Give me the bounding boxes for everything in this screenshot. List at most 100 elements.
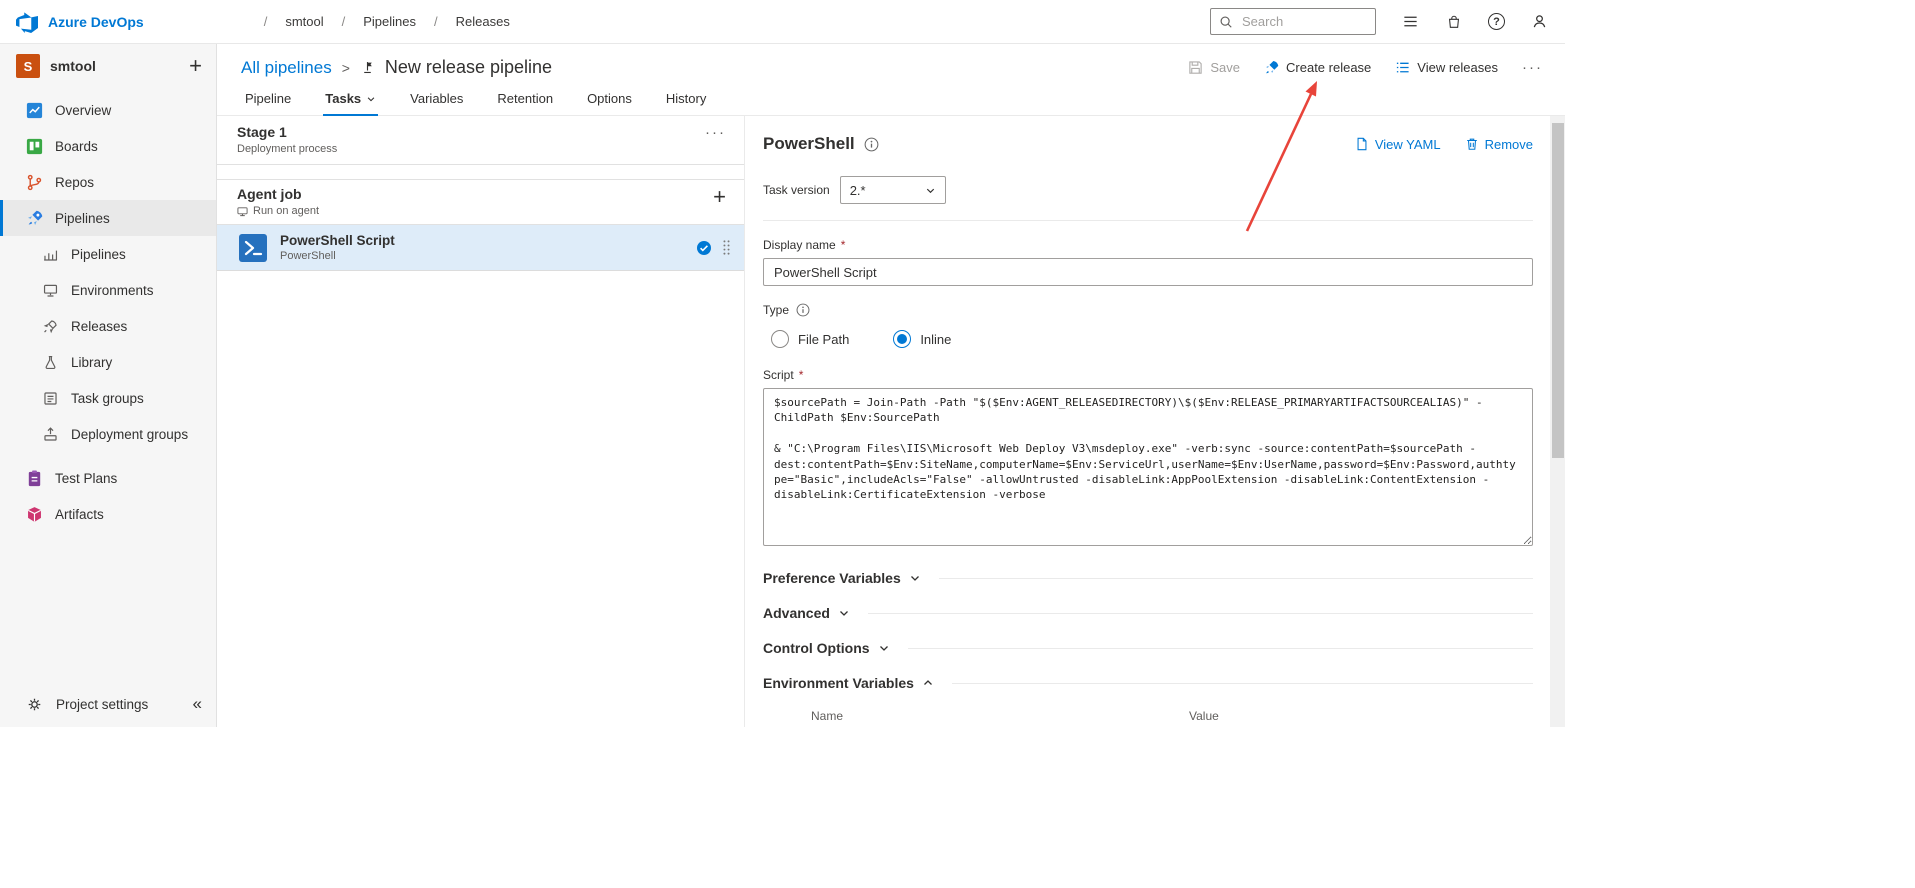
section-label: Preference Variables xyxy=(763,570,901,586)
section-label: Control Options xyxy=(763,640,870,656)
radio-file-path[interactable]: File Path xyxy=(771,330,849,348)
header-more-button[interactable]: ··· xyxy=(1522,59,1543,76)
breadcrumb-pipelines[interactable]: Pipelines xyxy=(363,14,416,29)
sidebar-item-releases[interactable]: Releases xyxy=(0,308,216,344)
remove-task-button[interactable]: Remove xyxy=(1465,137,1533,152)
stage-more-button[interactable]: ··· xyxy=(705,124,726,141)
search-box[interactable] xyxy=(1210,8,1376,35)
task-version-value: 2.* xyxy=(849,182,866,198)
agent-job-title: Agent job xyxy=(237,186,302,202)
sidebar-item-task-groups[interactable]: Task groups xyxy=(0,380,216,416)
sidebar-item-label: Pipelines xyxy=(71,246,126,262)
view-yaml-button[interactable]: View YAML xyxy=(1355,137,1441,152)
task-enabled-check-icon[interactable] xyxy=(696,240,712,256)
section-label: Advanced xyxy=(763,605,830,621)
sidebar-item-library[interactable]: Library xyxy=(0,344,216,380)
agent-job-subtitle: Run on agent xyxy=(253,205,320,217)
marketplace-bag-icon[interactable] xyxy=(1444,12,1464,32)
header-actions: Save Create release View releases ··· xyxy=(1188,59,1543,76)
view-yaml-label: View YAML xyxy=(1374,136,1441,152)
section-label: Environment Variables xyxy=(763,675,914,691)
environment-variables-table: Name Value SourcePath drop\s xyxy=(811,709,1533,727)
info-icon[interactable] xyxy=(796,303,810,317)
type-label: Type xyxy=(763,303,790,317)
collapse-sidebar-button[interactable]: « xyxy=(193,694,202,714)
help-glyph: ? xyxy=(1493,15,1500,28)
powershell-task-icon xyxy=(239,233,267,262)
agent-job-card[interactable]: Agent job Run on agent + xyxy=(217,179,744,225)
section-control-options[interactable]: Control Options xyxy=(763,640,1533,656)
tab-label: Tasks xyxy=(325,91,362,106)
help-icon[interactable]: ? xyxy=(1488,13,1505,30)
breadcrumb-separator: / xyxy=(263,14,268,29)
task-version-select[interactable]: 2.* xyxy=(839,176,946,204)
tab-history[interactable]: History xyxy=(664,82,708,115)
section-advanced[interactable]: Advanced xyxy=(763,605,1533,621)
breadcrumb-project[interactable]: smtool xyxy=(285,14,323,29)
stage-card[interactable]: Stage 1 Deployment process ··· xyxy=(217,116,744,165)
save-button[interactable]: Save xyxy=(1188,60,1240,75)
tab-label: Retention xyxy=(497,91,554,106)
sidebar-item-label: Test Plans xyxy=(55,470,118,486)
add-task-button[interactable]: + xyxy=(713,186,726,208)
tab-options[interactable]: Options xyxy=(585,82,634,115)
tab-label: History xyxy=(665,91,707,106)
sidebar-item-overview[interactable]: Overview xyxy=(0,92,216,128)
release-pipeline-icon xyxy=(360,60,375,75)
sidebar-item-environments[interactable]: Environments xyxy=(0,272,216,308)
chevron-down-icon xyxy=(838,607,850,619)
tab-pipeline[interactable]: Pipeline xyxy=(243,82,293,115)
sidebar-item-boards[interactable]: Boards xyxy=(0,128,216,164)
task-powershell-script[interactable]: PowerShell Script PowerShell xyxy=(217,225,744,271)
tab-tasks[interactable]: Tasks xyxy=(323,82,379,116)
task-subtitle: PowerShell xyxy=(280,250,336,262)
tab-variables[interactable]: Variables xyxy=(408,82,465,115)
chevron-down-icon xyxy=(878,642,890,654)
user-icon[interactable] xyxy=(1529,12,1549,32)
project-avatar: S xyxy=(16,54,40,78)
breadcrumb: / smtool / Pipelines / Releases xyxy=(264,14,510,29)
sidebar-item-pipelines[interactable]: Pipelines xyxy=(0,200,216,236)
deployment-groups-icon xyxy=(40,424,60,444)
new-project-button[interactable]: + xyxy=(189,55,202,77)
scrollbar-thumb[interactable] xyxy=(1551,123,1564,458)
pipeline-tabs: Pipeline Tasks Variables Retention Optio… xyxy=(217,82,1565,116)
work-items-list-icon[interactable] xyxy=(1400,12,1420,32)
project-name[interactable]: smtool xyxy=(50,58,179,74)
sidebar-item-artifacts[interactable]: Artifacts xyxy=(0,496,216,532)
save-label: Save xyxy=(1210,60,1241,75)
project-settings[interactable]: Project settings « xyxy=(0,681,216,727)
sidebar-item-label: Task groups xyxy=(71,390,144,406)
pipelines-icon xyxy=(24,208,44,228)
section-environment-variables[interactable]: Environment Variables xyxy=(763,675,1533,691)
vertical-scrollbar[interactable] xyxy=(1550,116,1565,727)
radio-inline[interactable]: Inline xyxy=(893,330,951,348)
chevron-down-icon xyxy=(925,185,936,196)
info-icon[interactable] xyxy=(864,137,879,152)
tab-retention[interactable]: Retention xyxy=(495,82,555,115)
breadcrumb-releases[interactable]: Releases xyxy=(456,14,510,29)
stage-panel: Stage 1 Deployment process ··· Agent job… xyxy=(217,116,745,727)
tasks-content: Stage 1 Deployment process ··· Agent job… xyxy=(217,116,1565,727)
section-rule xyxy=(938,577,1533,579)
repos-icon xyxy=(24,172,44,192)
create-release-button[interactable]: Create release xyxy=(1264,60,1371,75)
display-name-label: Display name xyxy=(763,238,836,252)
azure-devops-home-link[interactable]: Azure DevOps xyxy=(16,11,144,33)
brand-label: Azure DevOps xyxy=(48,13,144,30)
search-input[interactable] xyxy=(1240,13,1367,30)
sidebar-item-label: Library xyxy=(71,354,113,370)
sidebar-item-pipelines-pipelines[interactable]: Pipelines xyxy=(0,236,216,272)
sidebar-item-deployment-groups[interactable]: Deployment groups xyxy=(0,416,216,452)
script-textarea[interactable]: $sourcePath = Join-Path -Path "$($Env:AG… xyxy=(763,388,1533,546)
sidebar-item-test-plans[interactable]: Test Plans xyxy=(0,460,216,496)
tab-label: Variables xyxy=(410,91,464,106)
tab-label: Pipeline xyxy=(245,91,292,106)
drag-handle[interactable] xyxy=(722,238,732,257)
display-name-input[interactable] xyxy=(763,258,1533,286)
all-pipelines-link[interactable]: All pipelines xyxy=(241,58,332,78)
sidebar-item-repos[interactable]: Repos xyxy=(0,164,216,200)
section-preference-variables[interactable]: Preference Variables xyxy=(763,570,1533,586)
view-releases-button[interactable]: View releases xyxy=(1395,60,1498,75)
view-releases-list-icon xyxy=(1395,60,1410,75)
